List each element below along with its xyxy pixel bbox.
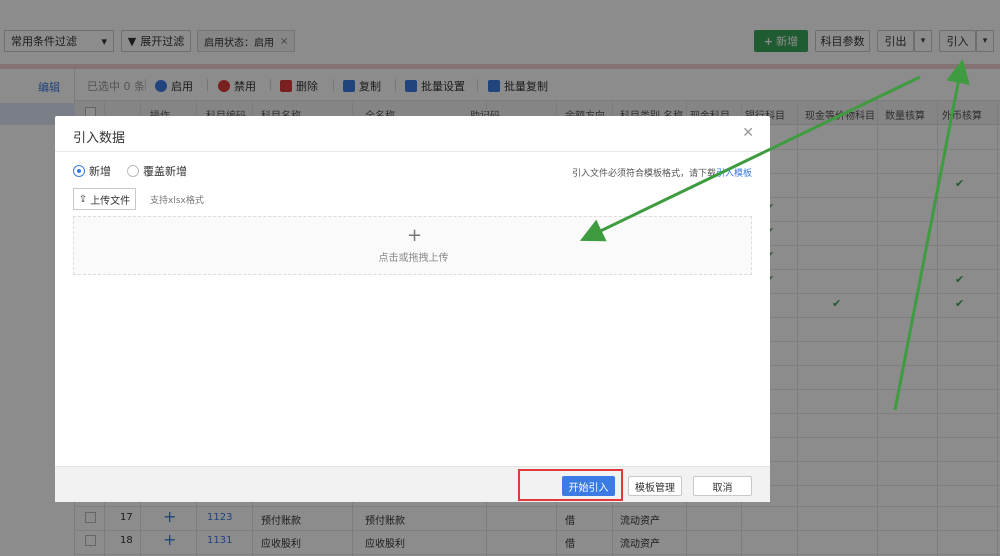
import-data-dialog: 引入数据 ✕ 新增 覆盖新增 引入文件必须符合模板格式，请下载引入模板 ⇪ 上传… <box>55 116 770 502</box>
dialog-footer: 开始引入 模板管理 取消 <box>55 466 770 502</box>
radio-overwrite-new[interactable]: 覆盖新增 <box>127 163 187 179</box>
plus-icon: + <box>407 225 423 246</box>
upload-dropzone[interactable]: + 点击或拖拽上传 <box>73 216 752 275</box>
template-hint-text: 引入文件必须符合模板格式，请下载 <box>571 169 716 179</box>
radio-new-label: 新增 <box>89 165 111 178</box>
radio-selected-icon <box>73 165 85 177</box>
dialog-title: 引入数据 <box>73 131 126 146</box>
format-hint: 支持xlsx格式 <box>150 196 204 206</box>
radio-overwrite-label: 覆盖新增 <box>143 165 187 178</box>
close-icon[interactable]: ✕ <box>742 125 754 141</box>
dropzone-text: 点击或拖拽上传 <box>378 253 449 264</box>
dialog-header: 引入数据 ✕ <box>55 116 770 152</box>
template-manage-button[interactable]: 模板管理 <box>628 476 682 496</box>
radio-new[interactable]: 新增 <box>73 163 111 179</box>
template-hint: 引入文件必须符合模板格式，请下载引入模板 <box>572 166 752 179</box>
radio-unselected-icon <box>127 165 139 177</box>
upload-file-button[interactable]: ⇪ 上传文件 <box>73 188 136 210</box>
upload-file-label: 上传文件 <box>90 195 131 207</box>
upload-icon: ⇪ <box>78 193 88 205</box>
cancel-button[interactable]: 取消 <box>693 476 752 496</box>
highlight-box <box>518 469 623 501</box>
download-template-link[interactable]: 引入模板 <box>716 169 752 179</box>
